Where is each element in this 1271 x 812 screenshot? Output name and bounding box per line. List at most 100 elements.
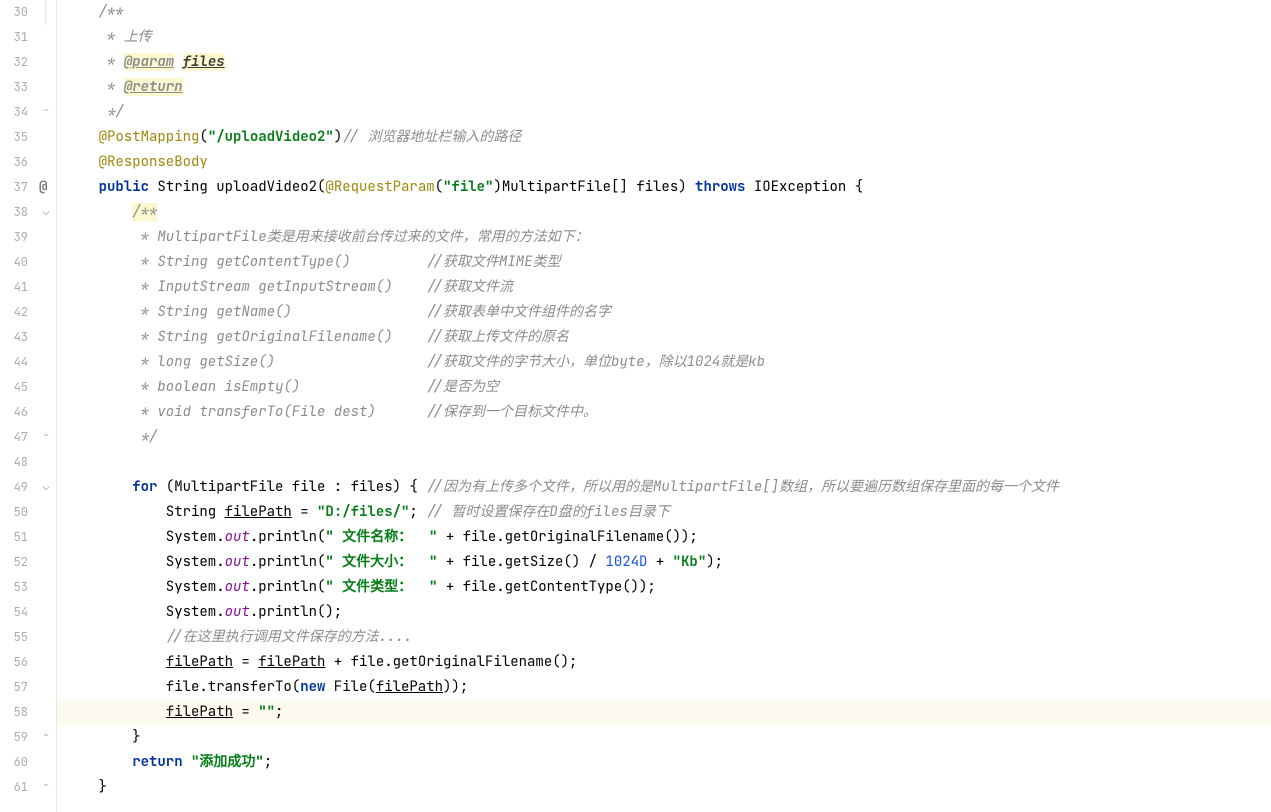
token: " 文件大小： " (325, 553, 437, 571)
token (65, 203, 132, 221)
token: filePath (376, 678, 443, 696)
line-numbers: 3031323334353637383940414243444546474849… (0, 0, 36, 812)
code-line[interactable]: * void transferTo(File dest) //保存到一个目标文件… (57, 400, 1271, 425)
fold-marker (36, 25, 56, 50)
fold-marker (36, 600, 56, 625)
code-line[interactable]: @PostMapping("/uploadVideo2")// 浏览器地址栏输入… (57, 125, 1271, 150)
token: public (99, 178, 149, 196)
token: files (183, 53, 225, 71)
line-number: 49 (0, 475, 28, 500)
line-number: 41 (0, 275, 28, 300)
token: @RequestParam (325, 178, 434, 196)
fold-marker[interactable]: ⌃ (36, 725, 56, 750)
token: filePath (166, 703, 233, 721)
code-line[interactable]: System.out.println(); (57, 600, 1271, 625)
token: } (65, 778, 107, 796)
token (65, 703, 166, 721)
fold-marker[interactable]: ⌃ (36, 775, 56, 800)
token: * String getOriginalFilename() //获取上传文件的… (65, 328, 569, 346)
line-number: 59 (0, 725, 28, 750)
token (65, 3, 99, 21)
token: //在这里执行调用文件保存的方法.... (166, 628, 412, 646)
token (174, 53, 182, 71)
gutter: 3031323334353637383940414243444546474849… (0, 0, 57, 812)
token: + file.getContentType()); (437, 578, 655, 596)
fold-marker[interactable]: ⌄ (36, 200, 56, 225)
code-line[interactable]: * boolean isEmpty() //是否为空 (57, 375, 1271, 400)
token: filePath (166, 653, 233, 671)
token: ) (334, 128, 342, 146)
token: (MultipartFile file : files) { (157, 478, 426, 496)
line-number: 36 (0, 150, 28, 175)
token: * long getSize() //获取文件的字节大小，单位byte，除以10… (65, 353, 765, 371)
code-line[interactable] (57, 450, 1271, 475)
token: * boolean isEmpty() //是否为空 (65, 378, 499, 396)
fold-marker (36, 550, 56, 575)
fold-marker[interactable]: ⌄ (36, 475, 56, 500)
code-line[interactable]: * InputStream getInputStream() //获取文件流 (57, 275, 1271, 300)
token: .println( (250, 553, 326, 571)
token: System. (65, 603, 225, 621)
token: @return (124, 78, 183, 96)
token: + file.getSize() / (437, 553, 605, 571)
line-number: 39 (0, 225, 28, 250)
code-line[interactable]: */ (57, 425, 1271, 450)
token: new (300, 678, 325, 696)
token: out (225, 603, 250, 621)
line-number: 54 (0, 600, 28, 625)
token: File( (325, 678, 375, 696)
code-area[interactable]: /** * 上传 * @param files * @return */ @Po… (57, 0, 1271, 812)
fold-marker[interactable]: ⌃ (36, 100, 56, 125)
code-editor[interactable]: 3031323334353637383940414243444546474849… (0, 0, 1271, 812)
code-line[interactable]: } (57, 725, 1271, 750)
code-line[interactable]: //在这里执行调用文件保存的方法.... (57, 625, 1271, 650)
token: 1024D (605, 553, 647, 571)
code-line[interactable]: System.out.println(" 文件大小： " + file.getS… (57, 550, 1271, 575)
fold-marker (36, 675, 56, 700)
token: " 文件类型： " (325, 578, 437, 596)
code-line[interactable]: * MultipartFile类是用来接收前台传过来的文件，常用的方法如下： (57, 225, 1271, 250)
code-line[interactable]: filePath = filePath + file.getOriginalFi… (57, 650, 1271, 675)
code-line[interactable]: @ResponseBody (57, 150, 1271, 175)
code-line[interactable]: System.out.println(" 文件名称： " + file.getO… (57, 525, 1271, 550)
code-line[interactable]: * String getContentType() //获取文件MIME类型 (57, 250, 1271, 275)
token: out (225, 578, 250, 596)
code-line[interactable]: file.transferTo(new File(filePath)); (57, 675, 1271, 700)
code-line[interactable]: /** (57, 200, 1271, 225)
token: "添加成功" (191, 753, 264, 771)
fold-marker (36, 225, 56, 250)
code-line[interactable]: /** (57, 0, 1271, 25)
token: */ (65, 103, 124, 121)
line-number: 32 (0, 50, 28, 75)
code-line[interactable]: * 上传 (57, 25, 1271, 50)
code-line[interactable]: * @return (57, 75, 1271, 100)
code-line[interactable]: * @param files (57, 50, 1271, 75)
code-line[interactable]: * String getOriginalFilename() //获取上传文件的… (57, 325, 1271, 350)
token: IOException { (745, 178, 863, 196)
code-line[interactable]: for (MultipartFile file : files) { //因为有… (57, 475, 1271, 500)
code-line[interactable]: * String getName() //获取表单中文件组件的名字 (57, 300, 1271, 325)
fold-marker (36, 0, 56, 25)
line-number: 45 (0, 375, 28, 400)
fold-marker (36, 350, 56, 375)
token: = (233, 703, 258, 721)
override-icon[interactable]: @ (39, 175, 47, 200)
code-line[interactable]: * long getSize() //获取文件的字节大小，单位byte，除以10… (57, 350, 1271, 375)
token: "file" (443, 178, 493, 196)
token: )); (443, 678, 468, 696)
code-line[interactable]: String filePath = "D:/files/"; // 暂时设置保存… (57, 500, 1271, 525)
code-line[interactable]: System.out.println(" 文件类型： " + file.getC… (57, 575, 1271, 600)
code-line[interactable]: */ (57, 100, 1271, 125)
code-line[interactable]: } (57, 775, 1271, 800)
token: * 上传 (65, 28, 152, 46)
code-line[interactable]: return "添加成功"; (57, 750, 1271, 775)
token: * (65, 53, 124, 71)
fold-marker (36, 625, 56, 650)
line-number: 48 (0, 450, 28, 475)
code-line[interactable]: @ public String uploadVideo2(@RequestPar… (57, 175, 1271, 200)
line-number: 60 (0, 750, 28, 775)
fold-marker[interactable]: ⌃ (36, 425, 56, 450)
fold-marker (36, 700, 56, 725)
fold-column[interactable]: ⌃ ⌄ ⌃ ⌄ ⌃ ⌃ (36, 0, 56, 812)
code-line[interactable]: filePath = ""; (57, 700, 1271, 725)
